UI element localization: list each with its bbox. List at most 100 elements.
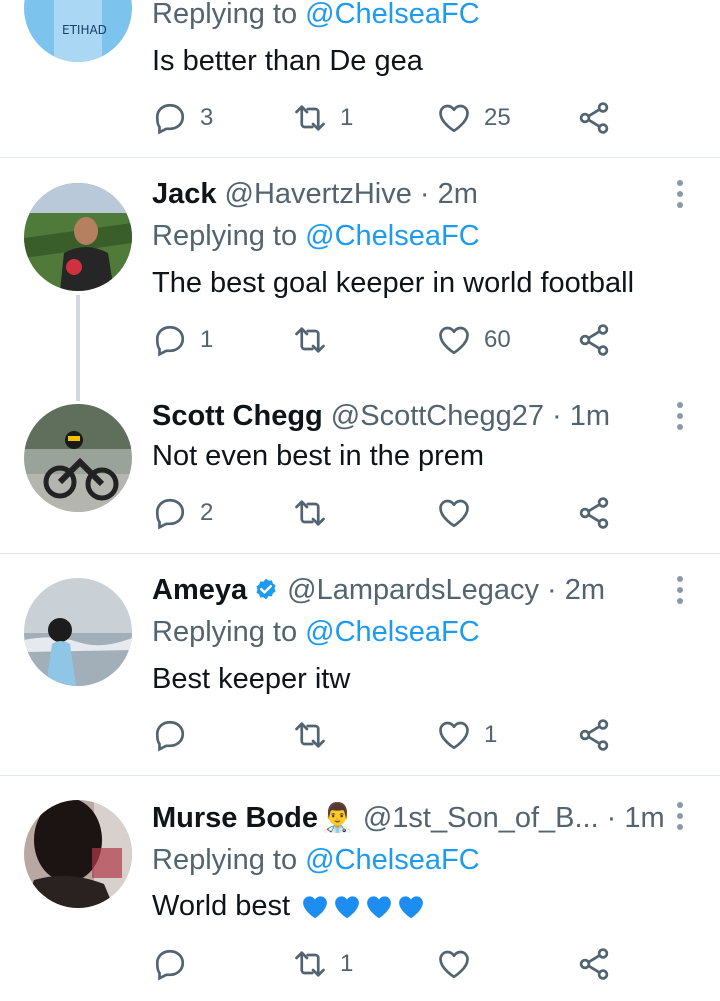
timestamp[interactable]: 1m <box>624 798 664 838</box>
retweet-icon <box>295 500 325 526</box>
tweet-text: World best <box>152 886 426 926</box>
heart-icon <box>439 326 469 355</box>
share-button[interactable] <box>576 98 612 138</box>
display-name[interactable]: Murse Bode <box>152 798 318 838</box>
retweet-button[interactable] <box>292 493 340 533</box>
blue-heart-icon <box>332 892 362 922</box>
share-icon <box>579 719 609 751</box>
user-handle[interactable]: @ScottChegg27 <box>331 396 544 436</box>
reply-button[interactable]: 1 <box>152 320 213 360</box>
display-name[interactable]: Ameya <box>152 570 247 610</box>
tweet[interactable]: ETIHAD Replying to @ChelseaFC Is better … <box>0 0 720 158</box>
avatar[interactable]: ETIHAD <box>24 0 132 62</box>
blue-heart-icon <box>396 892 426 922</box>
share-button[interactable] <box>576 493 612 533</box>
reply-icon <box>155 498 185 530</box>
reply-icon <box>155 325 185 357</box>
like-button[interactable] <box>436 944 484 984</box>
blue-heart-icon <box>300 892 330 922</box>
reply-icon <box>155 103 185 135</box>
timestamp[interactable]: 1m <box>570 396 610 436</box>
replying-to: Replying to @ChelseaFC <box>152 616 480 648</box>
reply-button[interactable]: 2 <box>152 493 213 533</box>
avatar[interactable] <box>24 800 132 908</box>
replying-to: Replying to @ChelseaFC <box>152 0 480 30</box>
share-button[interactable] <box>576 715 612 755</box>
more-button[interactable] <box>668 796 692 836</box>
tweet[interactable]: Murse Bode 👨‍⚕️ @1st_Son_of_B... · 1m Re… <box>0 776 720 1001</box>
retweet-icon <box>295 327 325 353</box>
share-button[interactable] <box>576 944 612 984</box>
blue-hearts <box>290 890 426 922</box>
tweet-header: Ameya @LampardsLegacy · 2m <box>152 570 605 610</box>
thread-line <box>76 295 80 401</box>
reply-handle-link[interactable]: @ChelseaFC <box>305 844 480 876</box>
reply-button[interactable] <box>152 715 200 755</box>
more-button[interactable] <box>668 396 692 436</box>
share-icon <box>579 497 609 529</box>
user-handle[interactable]: @LampardsLegacy <box>287 570 539 610</box>
tweet-actions: 2 <box>152 493 622 533</box>
reply-button[interactable]: 3 <box>152 98 213 138</box>
more-button[interactable] <box>668 174 692 214</box>
reply-count: 1 <box>200 326 214 353</box>
separator: · <box>547 574 557 606</box>
user-handle[interactable]: @1st_Son_of_B... <box>363 798 599 838</box>
user-handle[interactable]: @HavertzHive <box>225 174 412 214</box>
svg-text:ETIHAD: ETIHAD <box>62 23 107 37</box>
tweet-text: Not even best in the prem <box>152 440 485 472</box>
replying-to: Replying to @ChelseaFC <box>152 220 480 252</box>
avatar[interactable] <box>24 183 132 291</box>
reply-count: 3 <box>200 104 214 131</box>
more-icon <box>677 180 683 208</box>
retweet-button[interactable]: 1 <box>292 944 353 984</box>
display-name[interactable]: Jack <box>152 174 217 214</box>
separator: · <box>606 802 617 834</box>
share-icon <box>579 102 609 134</box>
separator: · <box>552 400 562 432</box>
timestamp[interactable]: 2m <box>438 174 478 214</box>
more-icon <box>677 802 683 830</box>
tweet-header: Murse Bode 👨‍⚕️ @1st_Son_of_B... · 1m <box>152 798 665 838</box>
avatar[interactable] <box>24 578 132 686</box>
timestamp[interactable]: 2m <box>565 570 605 610</box>
reply-icon <box>155 720 185 752</box>
more-icon <box>677 402 683 430</box>
tweet-actions: 1 <box>152 715 622 755</box>
retweet-button[interactable] <box>292 715 340 755</box>
display-name[interactable]: Scott Chegg <box>152 396 323 436</box>
retweet-icon <box>295 105 325 131</box>
reply-handle-link[interactable]: @ChelseaFC <box>305 220 480 252</box>
tweet-actions: 1 <box>152 944 622 984</box>
tweet-text: The best goal keeper in world football <box>152 267 635 299</box>
like-count: 60 <box>484 326 511 353</box>
avatar[interactable] <box>24 404 132 512</box>
tweet[interactable]: Jack @HavertzHive · 2m Replying to @Chel… <box>0 158 720 401</box>
like-button[interactable]: 25 <box>436 98 511 138</box>
heart-icon <box>439 721 469 750</box>
like-button[interactable]: 1 <box>436 715 497 755</box>
heart-icon <box>439 499 469 528</box>
like-button[interactable]: 60 <box>436 320 511 360</box>
tweet[interactable]: Scott Chegg @ScottChegg27 · 1m Not even … <box>0 388 720 553</box>
tweet-text: Best keeper itw <box>152 663 351 695</box>
retweet-count: 1 <box>340 104 354 131</box>
reply-icon <box>155 949 185 981</box>
name-emoji: 👨‍⚕️ <box>319 802 355 833</box>
retweet-button[interactable]: 1 <box>292 98 353 138</box>
retweet-button[interactable] <box>292 320 340 360</box>
share-icon <box>579 324 609 356</box>
more-button[interactable] <box>668 570 692 610</box>
reply-handle-link[interactable]: @ChelseaFC <box>305 0 480 30</box>
share-button[interactable] <box>576 320 612 360</box>
heart-icon <box>439 104 469 133</box>
retweet-count: 1 <box>340 950 354 977</box>
tweet-header: Jack @HavertzHive · 2m <box>152 174 478 214</box>
reply-button[interactable] <box>152 944 200 984</box>
tweet[interactable]: Ameya @LampardsLegacy · 2m Replying to @… <box>0 554 720 775</box>
more-icon <box>677 576 683 604</box>
reply-count: 2 <box>200 499 214 526</box>
like-button[interactable] <box>436 493 484 533</box>
tweet-text: Is better than De gea <box>152 45 423 77</box>
reply-handle-link[interactable]: @ChelseaFC <box>305 616 480 648</box>
